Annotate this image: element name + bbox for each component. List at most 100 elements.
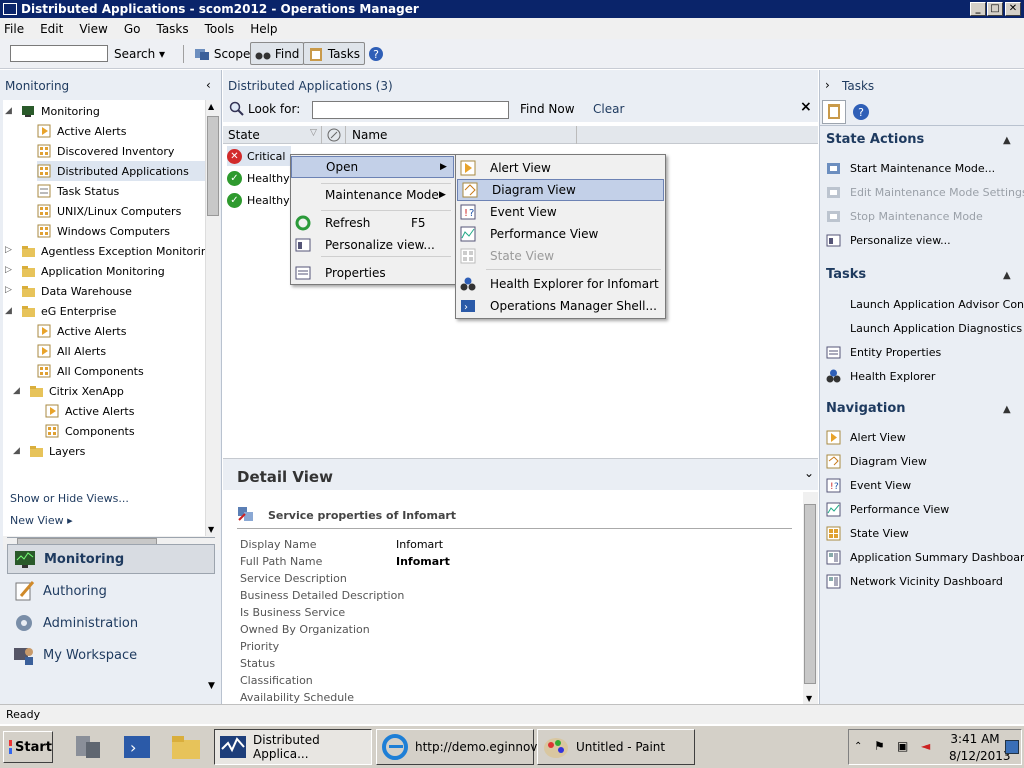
show-desktop-icon[interactable] [1005, 740, 1019, 754]
expanded-arrow-icon[interactable]: ◢ [5, 106, 12, 116]
tree-item-distributed-applications[interactable]: Distributed Applications [37, 161, 205, 181]
maximize-button[interactable]: □ [987, 2, 1003, 16]
task-state-view[interactable]: State View [826, 524, 909, 542]
overflow-chevron-icon[interactable]: ▼ [208, 681, 215, 691]
find-button[interactable]: Find [250, 42, 305, 65]
tree-item-eg-all-components[interactable]: All Components [37, 361, 144, 381]
col-state[interactable]: State [228, 128, 260, 142]
menu-tasks[interactable]: Tasks [156, 22, 188, 36]
show-hide-views-link[interactable]: Show or Hide Views... [10, 492, 129, 505]
expanded-arrow-icon[interactable]: ◢ [5, 306, 12, 316]
tree-item-discovered-inventory[interactable]: Discovered Inventory [37, 141, 174, 161]
collapsed-arrow-icon[interactable]: ▷ [5, 265, 12, 275]
task-performance-view[interactable]: Performance View [826, 500, 949, 518]
workspace-authoring[interactable]: Authoring [7, 576, 215, 606]
tree-item-citrix-active-alerts[interactable]: Active Alerts [45, 401, 134, 421]
menu-tools[interactable]: Tools [205, 22, 235, 36]
network-icon[interactable]: ▣ [897, 739, 908, 753]
look-for-input[interactable] [312, 101, 509, 119]
collapse-section-icon[interactable]: ▲ [1003, 404, 1011, 415]
task-network-vicinity-dashboard[interactable]: Network Vicinity Dashboard [826, 572, 1003, 590]
task-start-maintenance-mode[interactable]: Start Maintenance Mode... [826, 159, 995, 177]
tree-item-eg-all-alerts[interactable]: All Alerts [37, 341, 106, 361]
task-launch-application-advisor-console[interactable]: Launch Application Advisor Console [826, 295, 1024, 313]
tasks-tab[interactable] [822, 100, 846, 124]
tree-item-active-alerts[interactable]: Active Alerts [37, 121, 126, 141]
task-launch-application-diagnostics-con[interactable]: Launch Application Diagnostics Con [826, 319, 1024, 337]
submenu-health-explorer-for-infomart[interactable]: Health Explorer for Infomart [456, 273, 665, 295]
collapse-section-icon[interactable]: ▲ [1003, 135, 1011, 146]
tree-item-eg-active-alerts[interactable]: Active Alerts [37, 321, 126, 341]
task-edit-maintenance-mode-settings[interactable]: Edit Maintenance Mode Settings... [826, 183, 1024, 201]
menu-file[interactable]: File [4, 22, 24, 36]
task-entity-properties[interactable]: Entity Properties [826, 343, 941, 361]
submenu-performance-view[interactable]: Performance View [456, 223, 665, 245]
clock-date[interactable]: 8/12/2013 [949, 749, 1011, 763]
grid-row[interactable]: ✓ Healthy [227, 190, 290, 210]
tree-item-eg-enterprise[interactable]: eG Enterprise [21, 301, 116, 321]
task-event-view[interactable]: !? Event View [826, 476, 911, 494]
tree-item-citrix-layers[interactable]: Layers [29, 441, 85, 461]
menu-go[interactable]: Go [124, 22, 141, 36]
tree-item-data-warehouse[interactable]: Data Warehouse [21, 281, 132, 301]
menu-properties[interactable]: Properties [291, 262, 454, 284]
menu-view[interactable]: View [79, 22, 107, 36]
tree-item-application-monitoring[interactable]: Application Monitoring [21, 261, 165, 281]
powershell-icon[interactable]: › [122, 732, 152, 765]
task-health-explorer[interactable]: Health Explorer [826, 367, 935, 385]
explorer-icon[interactable] [170, 732, 202, 765]
submenu-event-view[interactable]: !? Event View [456, 201, 665, 223]
collapse-pane-icon[interactable]: ‹ [206, 78, 211, 92]
show-hidden-icons-icon[interactable]: ⌃ [854, 741, 862, 752]
tree-item-monitoring[interactable]: Monitoring [21, 101, 100, 121]
find-now-button[interactable]: Find Now [520, 102, 575, 116]
menu-personalize-view[interactable]: Personalize view... [291, 234, 454, 256]
start-button[interactable]: Start [3, 731, 53, 763]
search-button[interactable]: Search ▾ [110, 42, 169, 65]
task-diagram-view[interactable]: Diagram View [826, 452, 927, 470]
search-input[interactable] [10, 45, 108, 62]
flag-icon[interactable]: ⚑ [874, 739, 885, 753]
collapse-section-icon[interactable]: ▲ [1003, 270, 1011, 281]
task-paint[interactable]: Untitled - Paint [537, 729, 695, 765]
scope-button[interactable]: Scope [190, 42, 254, 65]
task-operations-manager[interactable]: Distributed Applica... [214, 729, 372, 765]
menu-refresh[interactable]: Refresh F5 [291, 212, 454, 234]
submenu-diagram-view[interactable]: Diagram View [457, 179, 664, 201]
expand-pane-icon[interactable]: › [825, 78, 830, 92]
tree-item-citrix-components[interactable]: Components [45, 421, 135, 441]
task-browser[interactable]: http://demo.eginnov... [376, 729, 548, 765]
task-application-summary-dashboard[interactable]: Application Summary Dashboard [826, 548, 1024, 566]
tree-item-task-status[interactable]: Task Status [37, 181, 119, 201]
menu-maintenance-mode[interactable]: Maintenance Mode ▶ [291, 184, 454, 206]
task-stop-maintenance-mode[interactable]: Stop Maintenance Mode [826, 207, 983, 225]
server-manager-icon[interactable] [72, 732, 104, 765]
collapsed-arrow-icon[interactable]: ▷ [5, 285, 12, 295]
close-button[interactable]: ✕ [1005, 2, 1021, 16]
expanded-arrow-icon[interactable]: ◢ [13, 446, 20, 456]
filter-icon[interactable]: ▽ [310, 128, 317, 138]
workspace-monitoring[interactable]: Monitoring [7, 544, 215, 574]
detail-scrollbar[interactable]: ▼ [803, 492, 818, 704]
submenu-state-view[interactable]: State View [456, 245, 665, 267]
submenu-alert-view[interactable]: Alert View [456, 157, 665, 179]
clock-time[interactable]: 3:41 AM [949, 732, 1001, 746]
detail-collapse-icon[interactable]: ⌄ [804, 466, 814, 480]
task-alert-view[interactable]: Alert View [826, 428, 906, 446]
col-name[interactable]: Name [352, 128, 387, 142]
volume-muted-icon[interactable]: ◄ [921, 739, 930, 753]
new-view-link[interactable]: New View ▸ [10, 514, 73, 527]
clear-link[interactable]: Clear [593, 102, 624, 116]
grid-row[interactable]: ✕ Critical [227, 146, 292, 166]
tasks-button[interactable]: Tasks [303, 42, 365, 65]
menu-edit[interactable]: Edit [40, 22, 63, 36]
collapsed-arrow-icon[interactable]: ▷ [5, 245, 12, 255]
tree-item-unix-linux-computers[interactable]: UNIX/Linux Computers [37, 201, 181, 221]
task-personalize-view[interactable]: Personalize view... [826, 231, 951, 249]
close-find-icon[interactable]: × [800, 99, 812, 115]
tree-item-citrix-xenapp[interactable]: Citrix XenApp [29, 381, 124, 401]
workspace-my-workspace[interactable]: My Workspace [7, 640, 215, 670]
workspace-administration[interactable]: Administration [7, 608, 215, 638]
tree-item-windows-computers[interactable]: Windows Computers [37, 221, 170, 241]
help-button[interactable]: ? [364, 42, 388, 65]
